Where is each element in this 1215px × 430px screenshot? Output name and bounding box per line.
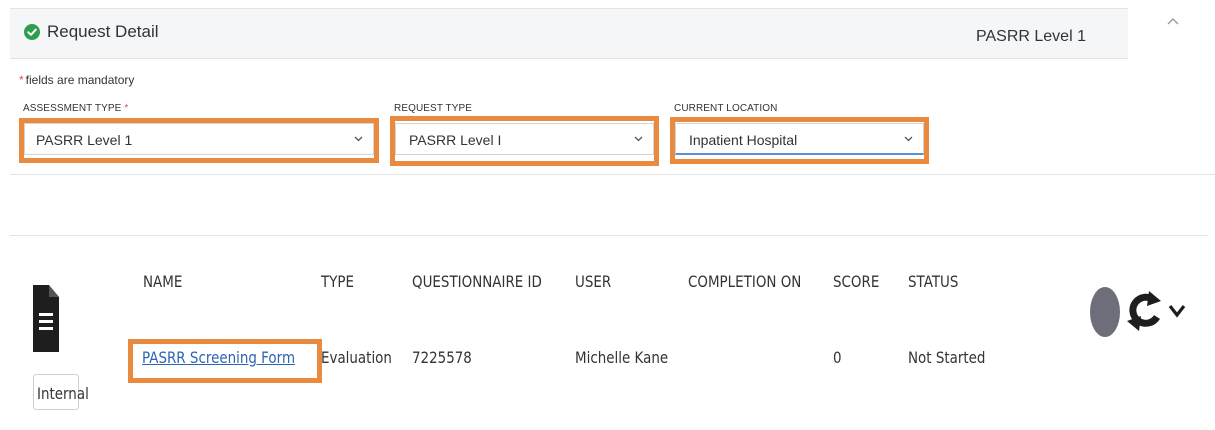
chevron-up-icon[interactable] <box>1167 17 1179 25</box>
col-header-name: NAME <box>143 272 183 291</box>
current-location-label: CURRENT LOCATION <box>674 103 778 114</box>
status-dot <box>1090 287 1120 337</box>
current-location-value: Inpatient Hospital <box>689 132 798 148</box>
internal-badge-label: Internal <box>37 384 89 403</box>
col-header-questionnaire-id: QUESTIONNAIRE ID <box>412 272 542 291</box>
col-header-completion-on: COMPLETION ON <box>688 272 802 291</box>
panel-title: Request Detail <box>47 22 159 41</box>
chevron-down-icon <box>354 136 363 142</box>
col-header-type: TYPE <box>321 272 355 291</box>
required-star: * <box>19 73 24 87</box>
panel-header: Request Detail PASRR Level 1 <box>10 8 1128 59</box>
col-header-score: SCORE <box>833 272 880 291</box>
chevron-down-icon[interactable] <box>1167 303 1187 319</box>
row-status: Not Started <box>908 348 986 367</box>
request-type-select[interactable]: PASRR Level I <box>395 123 654 155</box>
required-star: * <box>124 103 129 114</box>
col-header-status: STATUS <box>908 272 959 291</box>
divider <box>10 235 1208 236</box>
request-type-label: REQUEST TYPE <box>394 103 473 114</box>
questionnaire-name-link[interactable]: PASRR Screening Form <box>142 348 295 367</box>
divider <box>10 174 1215 175</box>
check-circle-icon <box>24 24 40 40</box>
row-questionnaire-id: 7225578 <box>412 348 472 367</box>
row-user: Michelle Kane <box>575 348 669 367</box>
assessment-type-label: ASSESSMENT TYPE * <box>23 103 128 114</box>
chevron-down-icon <box>904 136 913 142</box>
internal-badge: Internal <box>33 374 89 410</box>
document-icon <box>33 285 59 352</box>
assessment-type-select[interactable]: PASRR Level 1 <box>24 123 374 155</box>
row-type: Evaluation <box>321 348 392 367</box>
request-type-value: PASRR Level I <box>409 132 502 148</box>
assessment-type-value: PASRR Level 1 <box>36 132 133 148</box>
refresh-icon[interactable] <box>1124 287 1164 335</box>
assessment-type-label-text: ASSESSMENT TYPE <box>23 103 122 114</box>
col-header-user: USER <box>575 272 612 291</box>
current-location-select[interactable]: Inpatient Hospital <box>675 123 924 155</box>
chevron-down-icon <box>634 136 643 142</box>
panel-right-label: PASRR Level 1 <box>976 28 1086 45</box>
mandatory-text: fields are mandatory <box>25 73 135 87</box>
mandatory-note: * fields are mandatory <box>19 73 134 87</box>
row-score: 0 <box>833 348 842 367</box>
